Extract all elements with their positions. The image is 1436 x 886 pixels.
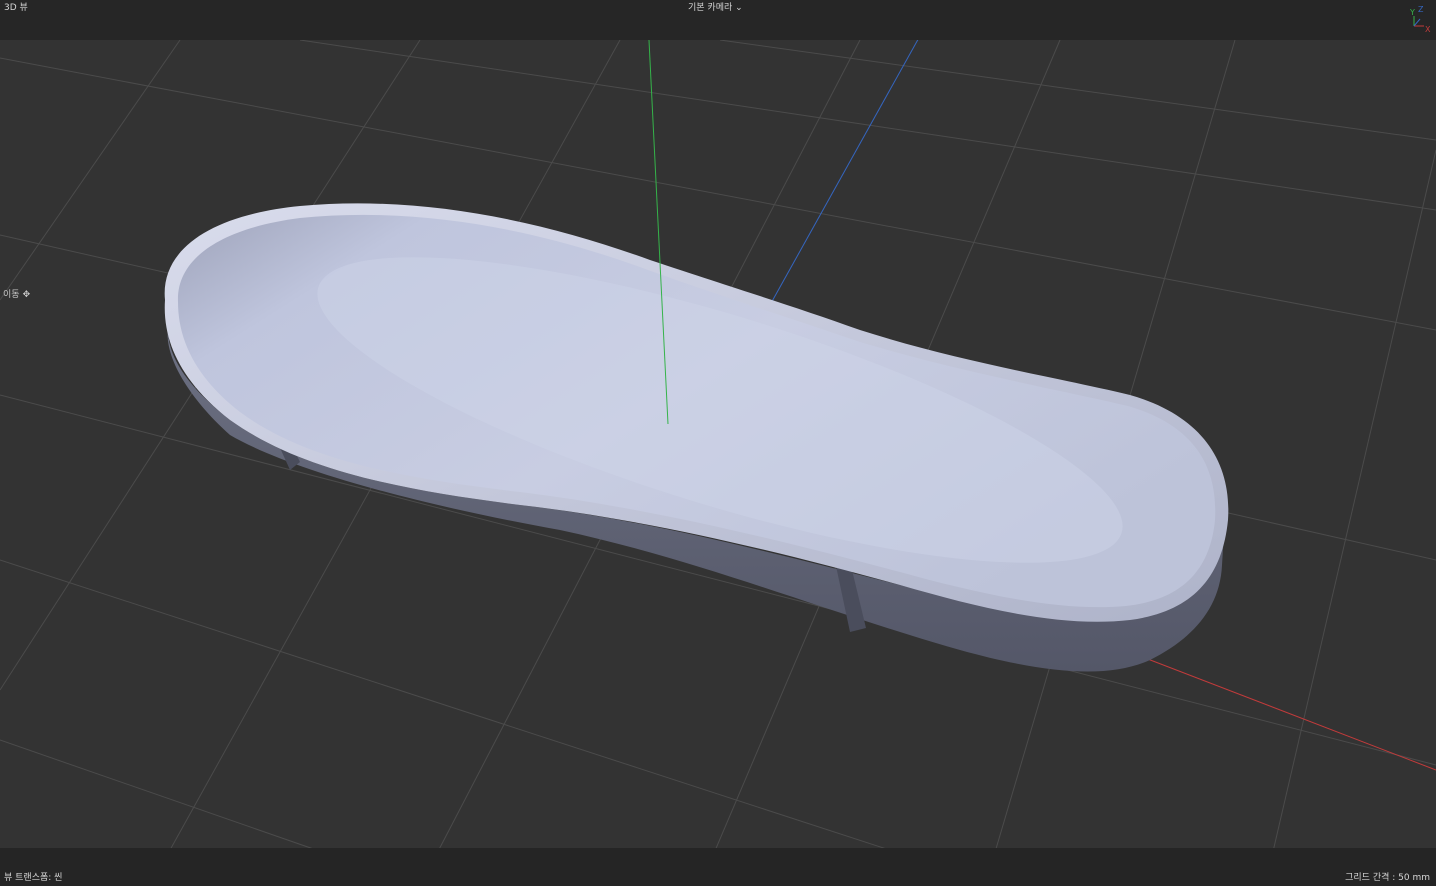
move-icon: ✥: [22, 290, 31, 300]
viewport-title: 3D 뷰: [4, 3, 28, 13]
3d-viewport-window[interactable]: 3D 뷰 기본 카메라 ⌄ Y Z X 이동 ✥ 뷰 트랜스폼: 씬 그리드 간격…: [0, 0, 1436, 886]
gizmo-x-label: X: [1425, 25, 1431, 34]
3d-viewport-canvas[interactable]: [0, 0, 1436, 886]
view-transform-status: 뷰 트랜스폼: 씬: [4, 873, 63, 883]
x-axis-line: [1139, 655, 1436, 771]
viewport-footer: [0, 848, 1436, 886]
grid-spacing-status: 그리드 간격 : 50 mm: [1345, 873, 1430, 883]
gizmo-z-label: Z: [1418, 5, 1424, 14]
axis-gizmo[interactable]: Y Z X: [1406, 4, 1432, 36]
move-tool-button[interactable]: 이동 ✥: [3, 289, 30, 301]
z-axis-line: [769, 0, 941, 306]
camera-selector[interactable]: 기본 카메라 ⌄: [688, 2, 743, 14]
gizmo-y-label: Y: [1410, 8, 1415, 17]
move-tool-label: 이동: [3, 290, 20, 300]
